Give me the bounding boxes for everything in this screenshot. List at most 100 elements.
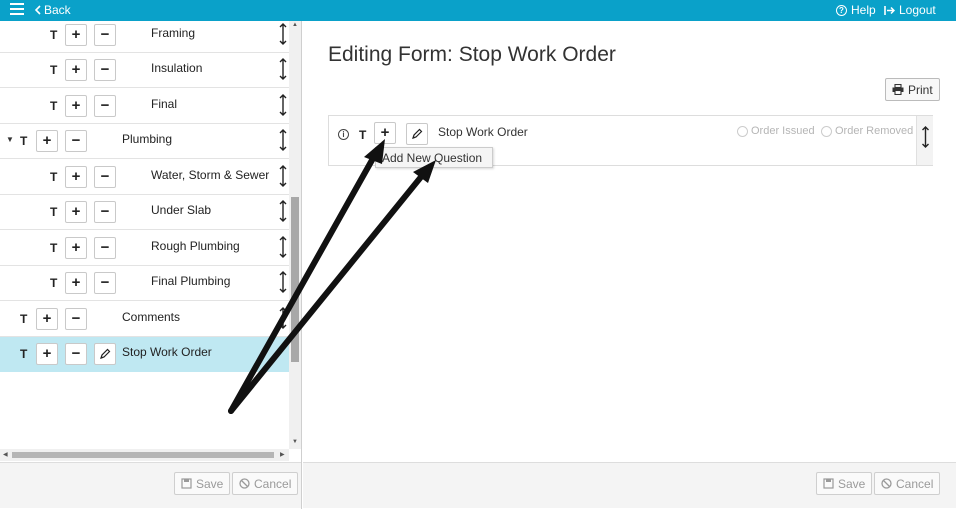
radio-circle-icon xyxy=(737,125,748,137)
scroll-down-arrow-icon[interactable]: ▼ xyxy=(292,439,298,445)
tree-row-final[interactable]: T + − Final xyxy=(0,89,289,124)
radio-circle-icon xyxy=(821,125,832,137)
edit-button[interactable] xyxy=(406,123,428,145)
tree-row-stop-work-order[interactable]: T + − Stop Work Order xyxy=(0,337,289,372)
add-button[interactable]: + xyxy=(65,95,87,117)
type-text-icon: T xyxy=(50,170,58,184)
save-button[interactable]: Save xyxy=(816,472,873,495)
type-text-icon: T xyxy=(50,28,58,42)
tree-row-framing[interactable]: T + − Framing xyxy=(0,21,289,53)
scrollbar-thumb[interactable] xyxy=(291,197,299,362)
pencil-icon xyxy=(100,348,111,359)
help-icon: ? xyxy=(836,4,847,16)
drag-handle-icon[interactable] xyxy=(916,116,933,165)
radio-order-removed[interactable]: Order Removed xyxy=(821,125,913,137)
drag-handle-icon[interactable] xyxy=(279,271,287,293)
tree-row-under-slab[interactable]: T + − Under Slab xyxy=(0,195,289,230)
add-button[interactable]: + xyxy=(36,130,58,152)
add-button[interactable]: + xyxy=(65,237,87,259)
caret-down-icon[interactable]: ▼ xyxy=(6,135,14,144)
logout-button[interactable]: Logout xyxy=(884,3,936,17)
scroll-left-arrow-icon[interactable]: ◀ xyxy=(3,451,8,458)
scroll-right-arrow-icon[interactable]: ▶ xyxy=(280,451,285,458)
remove-button[interactable]: − xyxy=(94,166,116,188)
save-label: Save xyxy=(838,476,866,491)
type-text-icon: T xyxy=(50,63,58,77)
info-icon[interactable]: i xyxy=(338,129,349,140)
type-text-icon: T xyxy=(50,99,58,113)
remove-button[interactable]: − xyxy=(94,201,116,223)
cancel-label: Cancel xyxy=(254,476,292,491)
tree-row-water-storm-sewer[interactable]: T + − Water, Storm & Sewer xyxy=(0,160,289,195)
back-button[interactable]: Back xyxy=(35,3,71,17)
remove-button[interactable]: − xyxy=(94,59,116,81)
tree-row-comments[interactable]: T + − Comments xyxy=(0,302,289,337)
tree-row-plumbing[interactable]: ▼ T + − Plumbing xyxy=(0,124,289,159)
remove-button[interactable]: − xyxy=(65,343,87,365)
scroll-up-arrow-icon[interactable]: ▲ xyxy=(292,22,298,28)
print-label: Print xyxy=(908,82,933,97)
type-text-icon: T xyxy=(50,276,58,290)
floppy-disk-icon xyxy=(181,478,192,489)
help-button[interactable]: ? Help xyxy=(836,3,876,17)
drag-handle-icon[interactable] xyxy=(279,236,287,258)
drag-handle-icon[interactable] xyxy=(279,23,287,45)
cancel-button[interactable]: Cancel xyxy=(874,472,941,495)
tree-row-insulation[interactable]: T + − Insulation xyxy=(0,53,289,88)
add-button[interactable]: + xyxy=(65,59,87,81)
hamburger-menu-icon[interactable] xyxy=(10,3,24,17)
tree-row-label: Water, Storm & Sewer xyxy=(151,168,270,182)
print-button[interactable]: Print xyxy=(885,78,940,101)
add-button[interactable]: + xyxy=(65,201,87,223)
tree-row-final-plumbing[interactable]: T + − Final Plumbing xyxy=(0,266,289,301)
printer-icon xyxy=(892,84,904,95)
type-text-icon: T xyxy=(359,128,367,142)
edit-button[interactable] xyxy=(94,343,116,365)
remove-button[interactable]: − xyxy=(94,24,116,46)
form-tree-panel: T + − Framing T + − Insulation T + − Fin… xyxy=(0,21,302,509)
scrollbar-thumb[interactable] xyxy=(12,452,274,458)
add-button[interactable]: + xyxy=(65,24,87,46)
remove-button[interactable]: − xyxy=(65,308,87,330)
top-bar: Back ? Help Logout xyxy=(0,0,956,21)
remove-button[interactable]: − xyxy=(94,237,116,259)
chevron-left-icon xyxy=(35,5,41,15)
drag-handle-icon[interactable] xyxy=(279,165,287,187)
drag-handle-icon[interactable] xyxy=(279,58,287,80)
horizontal-scrollbar[interactable]: ◀ ▶ xyxy=(0,449,289,461)
tree-row-label: Framing xyxy=(151,26,196,40)
tree-row-label: Under Slab xyxy=(151,203,212,217)
form-tree: T + − Framing T + − Insulation T + − Fin… xyxy=(0,21,289,449)
add-button[interactable]: + xyxy=(65,272,87,294)
form-editor-panel: Editing Form: Stop Work Order Print i T … xyxy=(303,21,956,509)
tree-row-label: Rough Plumbing xyxy=(151,239,240,253)
drag-handle-icon[interactable] xyxy=(279,94,287,116)
remove-button[interactable]: − xyxy=(65,130,87,152)
tree-row-label: Plumbing xyxy=(122,132,173,146)
type-text-icon: T xyxy=(50,205,58,219)
tree-row-label: Insulation xyxy=(151,61,203,75)
logout-icon xyxy=(884,5,895,15)
tree-row-label: Stop Work Order xyxy=(122,345,212,359)
add-button[interactable]: + xyxy=(36,308,58,330)
type-text-icon: T xyxy=(20,312,28,326)
tree-row-rough-plumbing[interactable]: T + − Rough Plumbing xyxy=(0,231,289,266)
logout-label: Logout xyxy=(899,3,936,17)
add-question-button[interactable]: + xyxy=(374,122,396,144)
drag-handle-icon[interactable] xyxy=(279,129,287,151)
tree-row-label: Comments xyxy=(122,310,181,324)
radio-order-issued[interactable]: Order Issued xyxy=(737,125,815,137)
drag-handle-icon[interactable] xyxy=(279,200,287,222)
add-button[interactable]: + xyxy=(36,343,58,365)
remove-button[interactable]: − xyxy=(94,95,116,117)
tree-row-label: Final xyxy=(151,97,178,111)
save-button[interactable]: Save xyxy=(174,472,231,495)
drag-handle-icon[interactable] xyxy=(279,307,287,329)
save-label: Save xyxy=(196,476,224,491)
add-new-question-menu-item[interactable]: Add New Question xyxy=(375,147,493,168)
vertical-scrollbar[interactable]: ▲ ▼ xyxy=(289,21,301,449)
type-text-icon: T xyxy=(20,347,28,361)
cancel-button[interactable]: Cancel xyxy=(232,472,299,495)
remove-button[interactable]: − xyxy=(94,272,116,294)
add-button[interactable]: + xyxy=(65,166,87,188)
